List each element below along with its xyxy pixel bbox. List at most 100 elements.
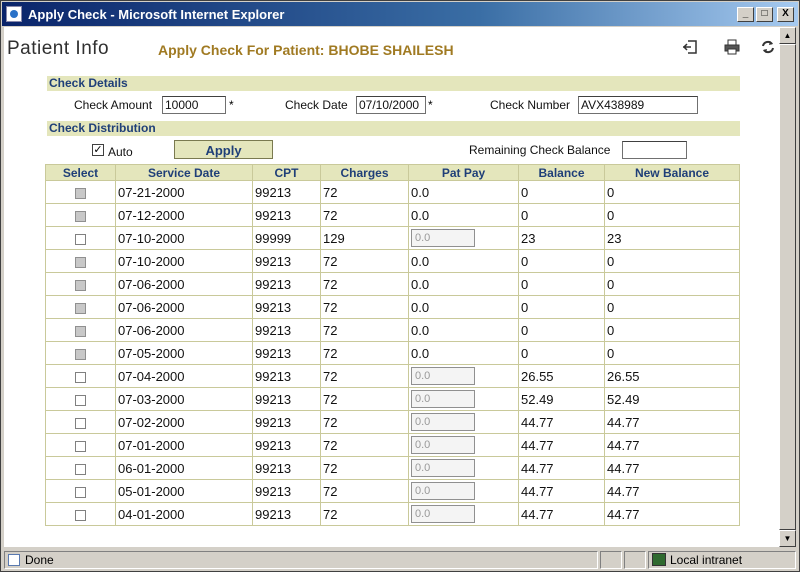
charges-cell: 72: [320, 433, 409, 457]
status-text: Done: [25, 553, 54, 567]
new-balance-cell: 0: [604, 272, 740, 296]
pat-pay-input[interactable]: 0.0: [411, 436, 475, 454]
column-header: New Balance: [604, 164, 740, 181]
status-bar: Done Local intranet: [2, 549, 798, 571]
row-select-checkbox[interactable]: [75, 371, 86, 383]
new-balance-cell: 44.77: [604, 502, 740, 526]
new-balance-cell: 0: [604, 295, 740, 319]
row-select-checkbox: [75, 302, 86, 314]
pat-pay-input[interactable]: 0.0: [411, 229, 475, 247]
pat-pay-cell: 0.0: [408, 226, 519, 250]
check-number-field[interactable]: AVX438989: [578, 96, 698, 114]
maximize-button[interactable]: □: [756, 6, 773, 22]
balance-cell: 0: [518, 341, 605, 365]
balance-cell: 44.77: [518, 456, 605, 480]
table-row: 07-21-2000 99213 72 0.0 0 0: [45, 180, 740, 204]
balance-cell: 44.77: [518, 410, 605, 434]
minimize-button[interactable]: _: [737, 6, 754, 22]
row-select-checkbox: [75, 256, 86, 268]
charges-cell: 72: [320, 295, 409, 319]
select-cell: [45, 226, 116, 250]
check-amount-label: Check Amount: [74, 98, 153, 112]
column-header: Charges: [320, 164, 409, 181]
scroll-thumb[interactable]: [779, 44, 796, 530]
row-select-checkbox: [75, 279, 86, 291]
check-number-label: Check Number: [490, 98, 571, 112]
balance-cell: 0: [518, 272, 605, 296]
refresh-icon[interactable]: [758, 37, 778, 57]
new-balance-cell: 44.77: [604, 479, 740, 503]
table-row: 07-10-2000 99213 72 0.0 0 0: [45, 249, 740, 273]
select-cell: [45, 249, 116, 273]
charges-cell: 129: [320, 226, 409, 250]
vertical-scrollbar[interactable]: ▲ ▼: [779, 27, 796, 547]
balance-cell: 0: [518, 249, 605, 273]
row-select-checkbox[interactable]: [75, 486, 86, 498]
balance-cell: 23: [518, 226, 605, 250]
check-distribution-header: Check Distribution: [47, 121, 740, 136]
cpt-cell: 99213: [252, 318, 321, 342]
select-cell: [45, 433, 116, 457]
table-row: 05-01-2000 99213 72 0.0 44.77 44.77: [45, 479, 740, 503]
select-cell: [45, 295, 116, 319]
row-select-checkbox[interactable]: [75, 417, 86, 429]
new-balance-cell: 23: [604, 226, 740, 250]
row-select-checkbox[interactable]: [75, 394, 86, 406]
pat-pay-input[interactable]: 0.0: [411, 390, 475, 408]
scroll-up-arrow-icon[interactable]: ▲: [779, 27, 796, 44]
pat-pay-input[interactable]: 0.0: [411, 459, 475, 477]
row-select-checkbox[interactable]: [75, 440, 86, 452]
row-select-checkbox: [75, 187, 86, 199]
apply-button[interactable]: Apply: [174, 140, 273, 159]
row-select-checkbox: [75, 210, 86, 222]
charges-cell: 72: [320, 249, 409, 273]
select-cell: [45, 341, 116, 365]
check-date-label: Check Date: [285, 98, 348, 112]
new-balance-cell: 44.77: [604, 433, 740, 457]
cpt-cell: 99213: [252, 387, 321, 411]
select-cell: [45, 180, 116, 204]
row-select-checkbox[interactable]: [75, 509, 86, 521]
close-button[interactable]: X: [777, 6, 794, 22]
new-balance-cell: 52.49: [604, 387, 740, 411]
new-balance-cell: 0: [604, 249, 740, 273]
pat-pay-cell: 0.0: [408, 318, 519, 342]
pat-pay-input[interactable]: 0.0: [411, 367, 475, 385]
new-balance-cell: 0: [604, 341, 740, 365]
service-date-cell: 07-06-2000: [115, 295, 253, 319]
check-amount-field[interactable]: 10000: [162, 96, 226, 114]
service-date-cell: 07-03-2000: [115, 387, 253, 411]
service-date-cell: 07-06-2000: [115, 318, 253, 342]
balance-cell: 0: [518, 180, 605, 204]
row-select-checkbox[interactable]: [75, 233, 86, 245]
check-details-header: Check Details: [47, 76, 740, 91]
select-cell: [45, 272, 116, 296]
select-cell: [45, 364, 116, 388]
pat-pay-cell: 0.0: [408, 203, 519, 227]
charges-cell: 72: [320, 410, 409, 434]
service-date-cell: 06-01-2000: [115, 456, 253, 480]
pat-pay-input[interactable]: 0.0: [411, 482, 475, 500]
table-row: 06-01-2000 99213 72 0.0 44.77 44.77: [45, 456, 740, 480]
table-header-row: Select Service Date CPT Charges Pat Pay …: [45, 164, 740, 181]
ie-icon: [6, 6, 22, 22]
row-select-checkbox: [75, 325, 86, 337]
auto-label: Auto: [108, 145, 133, 159]
scroll-down-arrow-icon[interactable]: ▼: [779, 530, 796, 547]
row-select-checkbox: [75, 348, 86, 360]
pat-pay-cell: 0.0: [408, 364, 519, 388]
new-balance-cell: 0: [604, 180, 740, 204]
remaining-balance-field[interactable]: [622, 141, 687, 159]
service-date-cell: 07-06-2000: [115, 272, 253, 296]
charges-cell: 72: [320, 272, 409, 296]
pat-pay-input[interactable]: 0.0: [411, 505, 475, 523]
balance-cell: 0: [518, 295, 605, 319]
check-date-field[interactable]: 07/10/2000: [356, 96, 426, 114]
new-balance-cell: 0: [604, 318, 740, 342]
row-select-checkbox[interactable]: [75, 463, 86, 475]
exit-icon[interactable]: [680, 37, 700, 57]
page-header: Patient Info Apply Check For Patient: BH…: [4, 27, 778, 65]
print-icon[interactable]: [722, 37, 742, 57]
pat-pay-input[interactable]: 0.0: [411, 413, 475, 431]
auto-checkbox[interactable]: ✓: [92, 144, 104, 156]
